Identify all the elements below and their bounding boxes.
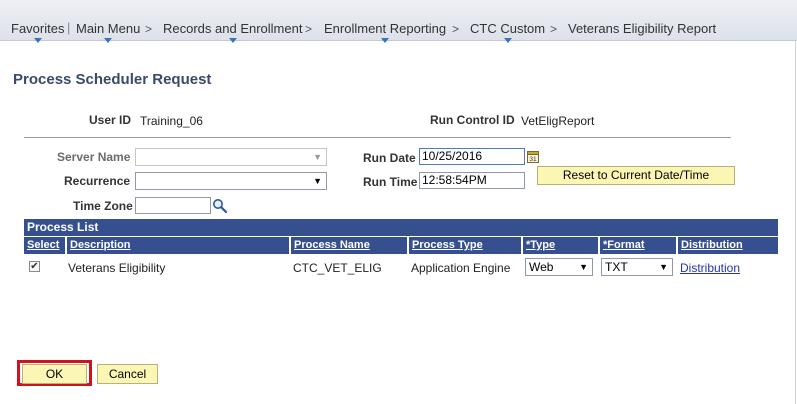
breadcrumb-label: Favorites [11, 21, 65, 36]
format-select-value: TXT [605, 260, 628, 274]
type-select[interactable]: Web ▼ [525, 258, 593, 276]
chevron-down-icon [33, 38, 42, 43]
recurrence-label: Recurrence [64, 174, 131, 188]
dropdown-arrow-icon: ▼ [659, 262, 668, 272]
chevron-down-icon [503, 38, 512, 43]
dropdown-arrow-icon: ▼ [579, 262, 588, 272]
user-id-value: Training_06 [140, 114, 203, 128]
row-process-name: CTC_VET_ELIG [293, 261, 382, 275]
column-header-process-name[interactable]: Process Name [291, 237, 408, 254]
column-header-distribution[interactable]: Distribution [678, 237, 778, 254]
breadcrumb-current-page: Veterans Eligibility Report [568, 21, 717, 36]
process-list-title: Process List [24, 219, 778, 236]
time-zone-label: Time Zone [73, 199, 133, 213]
cancel-button[interactable]: Cancel [97, 364, 158, 384]
column-header-format[interactable]: *Format [600, 237, 677, 254]
type-select-value: Web [529, 260, 554, 274]
row-description: Veterans Eligibility [68, 261, 166, 275]
calendar-day-text: 31 [529, 156, 537, 163]
run-time-input[interactable]: 12:58:54PM [419, 172, 525, 189]
breadcrumb-main-menu[interactable]: Main Menu [76, 21, 141, 43]
chevron-down-icon [228, 38, 237, 43]
divider [24, 137, 731, 138]
breadcrumb-ctc-custom[interactable]: CTC Custom [470, 21, 546, 43]
window-border [795, 40, 796, 404]
breadcrumb-separator: > [145, 22, 153, 36]
server-name-label: Server Name [57, 150, 131, 164]
run-time-label: Run Time [363, 175, 418, 189]
run-date-label: Run Date [363, 151, 416, 165]
column-header-type[interactable]: *Type [523, 237, 599, 254]
server-name-select[interactable]: ▼ [135, 148, 327, 166]
distribution-link[interactable]: Distribution [680, 261, 740, 275]
breadcrumb-separator: > [305, 22, 313, 36]
breadcrumb-label: CTC Custom [470, 21, 546, 36]
format-select[interactable]: TXT ▼ [601, 258, 673, 276]
breadcrumb-enrollment-reporting[interactable]: Enrollment Reporting [324, 21, 447, 43]
ok-button[interactable]: OK [22, 364, 87, 384]
row-process-type: Application Engine [411, 261, 511, 275]
breadcrumb-records-enrollment[interactable]: Records and Enrollment [163, 21, 303, 43]
breadcrumb-separator: > [550, 22, 558, 36]
breadcrumb-divider: | [67, 20, 71, 35]
breadcrumb-label: Records and Enrollment [163, 21, 303, 36]
dropdown-arrow-icon: ▼ [313, 176, 322, 186]
user-id-label: User ID [89, 113, 132, 127]
run-control-id-value: VetEligReport [521, 114, 595, 128]
reset-date-time-button[interactable]: Reset to Current Date/Time [537, 166, 735, 185]
breadcrumb-favorites[interactable]: Favorites [11, 21, 65, 43]
column-header-select[interactable]: Select [24, 237, 66, 254]
dropdown-arrow-icon: ▼ [313, 152, 322, 162]
page-title: Process Scheduler Request [13, 71, 212, 88]
breadcrumb-label: Enrollment Reporting [324, 21, 447, 36]
column-header-description[interactable]: Description [67, 237, 290, 254]
column-header-process-type[interactable]: Process Type [409, 237, 522, 254]
run-control-id-label: Run Control ID [430, 113, 515, 127]
run-date-input[interactable]: 10/25/2016 [419, 148, 525, 165]
time-zone-input[interactable] [135, 197, 211, 214]
breadcrumb-label: Main Menu [76, 21, 141, 36]
chevron-down-icon [381, 38, 390, 43]
calendar-icon[interactable]: 31 [527, 150, 539, 163]
search-icon[interactable] [212, 198, 228, 214]
chevron-down-icon [104, 38, 113, 43]
breadcrumb-separator: > [452, 22, 460, 36]
recurrence-select[interactable]: ▼ [135, 172, 327, 190]
select-checkbox[interactable]: ✔ [29, 261, 40, 272]
